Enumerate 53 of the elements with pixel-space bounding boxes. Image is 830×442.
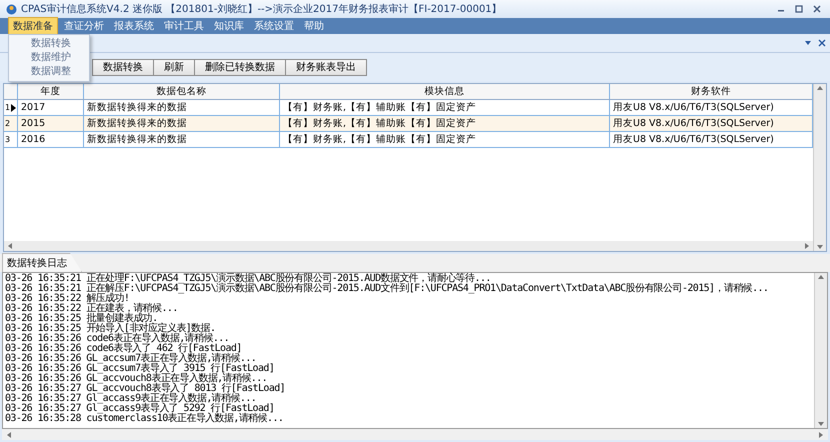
menu-item[interactable]: 帮助 [300, 18, 328, 34]
dropdown-item[interactable]: 数据转换 [9, 37, 89, 51]
log-line: 03-26 16:35:26 GL_accvouch8表正在导入数据,请稍候... [5, 374, 268, 384]
row-number: 3 [5, 135, 10, 144]
scroll-down-icon[interactable] [816, 243, 824, 251]
table-cell: 2015 [18, 116, 84, 131]
log-line: 03-26 16:35:27 Gl_accass9表导入了 5292 行[FastLoad] [5, 404, 276, 414]
menu-item[interactable]: 系统设置 [250, 18, 298, 34]
app-logo-icon [6, 4, 17, 14]
log-tab[interactable]: 数据转换日志 [2, 253, 82, 272]
log-line: 03-26 16:35:28 customerclass10表正在导入数据,请稍候... [5, 414, 284, 424]
log-line: 03-26 16:35:25 开始导入[非对应定义表]数据. [5, 324, 216, 334]
log-line: 03-26 16:35:26 GL_accsum7表正在导入数据,请稍候... [5, 354, 256, 364]
toolbar-button[interactable]: 删除已转换数据 [194, 58, 286, 76]
log-line: 03-26 16:35:25 批量创建表成功. [5, 314, 158, 324]
caret-icon[interactable] [804, 39, 812, 47]
menu-item[interactable]: 审计工具 [160, 18, 208, 34]
menu-item[interactable]: 查证分析 [60, 18, 108, 34]
row-number: 2 [5, 119, 10, 128]
log-line: 03-26 16:35:26 code6表正在导入数据,请稍候... [5, 334, 230, 344]
close-icon[interactable] [818, 39, 826, 47]
log-line: 03-26 16:35:22 解压成功! [5, 294, 130, 304]
table-cell: 新数据转换得来的数据 [84, 116, 280, 131]
log-line: 03-26 16:35:27 GL_accvouch8表导入了 8013 行[FastLoad] [5, 384, 286, 394]
table-cell: 2017 [18, 100, 84, 115]
menu-item[interactable]: 知识库 [210, 18, 248, 34]
row-number: 1 [5, 103, 10, 112]
menu-item[interactable]: 数据准备 [8, 17, 58, 35]
table-cell: 新数据转换得来的数据 [84, 100, 280, 115]
menu-item[interactable]: 报表系统 [110, 18, 158, 34]
table-cell: 【有】财务账,【有】辅助账【有】固定资产 [280, 132, 610, 147]
window-title: CPAS审计信息系统V4.2 迷你版 【201801-刘晓红】-->演示企业2017年财务报表审计【FI-2017-00001】 [21, 2, 503, 16]
scroll-up-icon[interactable] [816, 84, 824, 92]
table-cell: 新数据转换得来的数据 [84, 132, 280, 147]
toolbar-button[interactable]: 刷新 [153, 58, 195, 76]
dropdown-item[interactable]: 数据调整 [9, 65, 89, 79]
table-cell: 【有】财务账,【有】辅助账【有】固定资产 [280, 116, 610, 131]
scroll-left-icon[interactable] [6, 242, 14, 250]
log-line: 03-26 16:35:21 正在处理F:\UFCPAS4_TZGJ5\演示数据\ABC股份有限公司-2015.AUD数据文件，请耐心等待... [5, 274, 491, 284]
table-cell: 2016 [18, 132, 84, 147]
log-line: 03-26 16:35:26 code6表导入了 462 行[FastLoad] [5, 344, 243, 354]
table-cell: 【有】财务账,【有】辅助账【有】固定资产 [280, 100, 610, 115]
column-header[interactable]: 模块信息 [280, 84, 610, 99]
log-line: 03-26 16:35:26 GL_accsum7表导入了 3915 行[FastLoad] [5, 364, 276, 374]
log-line: 03-26 16:35:21 正在解压F:\UFCPAS4_TZGJ5\演示数据\ABC股份有限公司-2015.AUD文件到[F:\UFCPAS4_PRO1\DataConvert\TxtData\ABC股份有限公司-2015]，请稍候... [5, 284, 770, 294]
log-line: 03-26 16:35:27 Gl_accass9表正在导入数据,请稍候... [5, 394, 256, 404]
column-header[interactable]: 数据包名称 [84, 84, 280, 99]
log-line: 03-26 16:35:22 正在建表，请稍候... [5, 304, 179, 314]
scroll-right-icon[interactable] [803, 242, 811, 250]
toolbar-button[interactable]: 数据转换 [92, 58, 154, 76]
column-header[interactable]: 年度 [18, 84, 84, 99]
toolbar-button[interactable]: 财务账表导出 [285, 58, 367, 76]
dropdown-item[interactable]: 数据维护 [9, 51, 89, 65]
